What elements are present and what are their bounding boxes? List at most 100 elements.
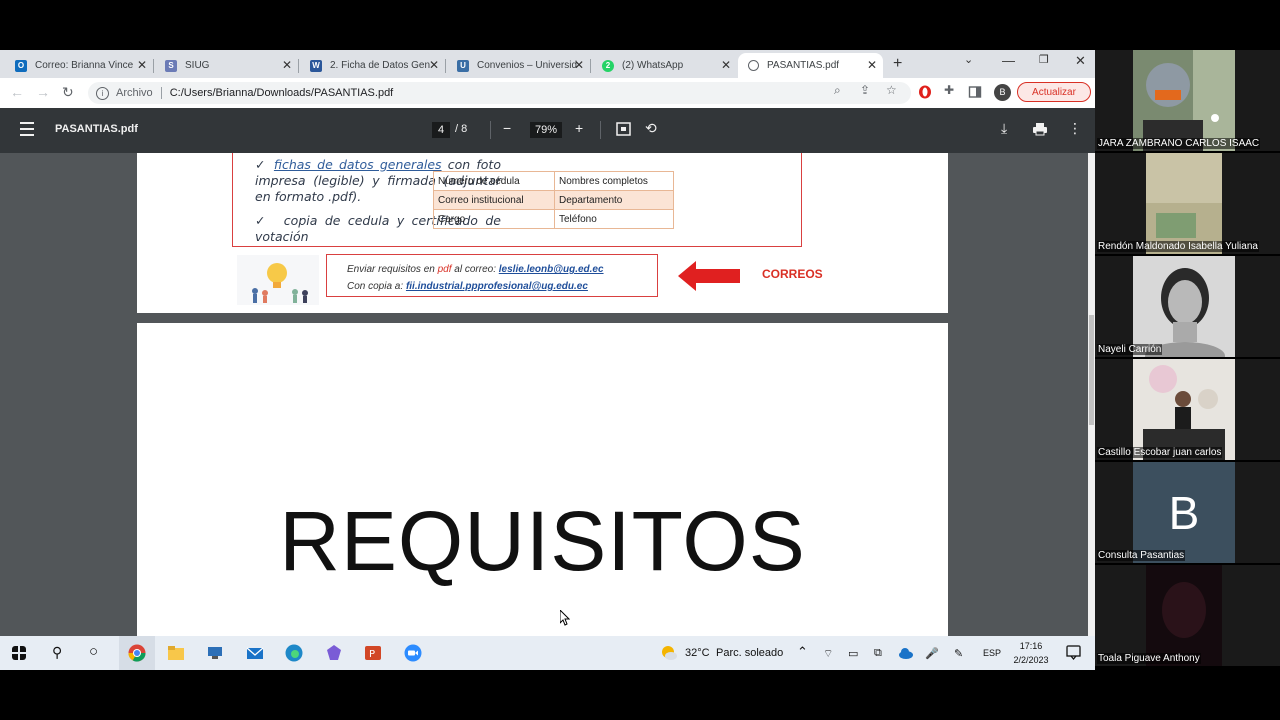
pdf-toolbar: PASANTIAS.pdf 4 / 8 − 79% + ⟲ ⤓ ⋮ (0, 108, 1095, 153)
table-row: Cargo Teléfono (433, 209, 674, 229)
meet-icon[interactable]: ⧉ (874, 647, 882, 660)
copilot-app-icon[interactable] (325, 644, 343, 662)
rotate-icon[interactable]: ⟲ (645, 120, 657, 137)
weather-temperature[interactable]: 32°C (685, 647, 710, 659)
tab-divider (153, 59, 154, 73)
windows-start-icon[interactable] (12, 646, 26, 660)
restore-button[interactable]: ❐ (1039, 53, 1049, 66)
close-tab-icon[interactable]: ✕ (429, 58, 439, 72)
siug-icon: S (165, 59, 177, 72)
tab-word-doc[interactable]: W 2. Ficha de Datos Gen ✕ (300, 53, 445, 78)
table-row: Numero de cédula Nombres completos (433, 171, 674, 191)
email-instructions-box: Enviar requisitos en pdf al correo: lesl… (326, 254, 658, 297)
close-tab-icon[interactable]: ✕ (137, 58, 147, 72)
onedrive-icon[interactable] (898, 646, 914, 660)
profile-avatar[interactable]: B (994, 84, 1011, 101)
pdf-viewer[interactable]: ✓ fichas de datos generales con foto imp… (0, 153, 1088, 636)
language-indicator[interactable]: ESP (983, 648, 1001, 658)
powerpoint-icon[interactable]: P (364, 644, 382, 662)
close-tab-icon[interactable]: ✕ (282, 58, 292, 72)
participant-video (1146, 153, 1222, 254)
close-tab-icon[interactable]: ✕ (867, 58, 877, 72)
minimize-button[interactable]: — (1002, 53, 1015, 68)
bullet-fichas-link: fichas de datos generales (273, 157, 442, 172)
address-bar[interactable]: i Archivo C:/Users/Brianna/Downloads/PAS… (88, 82, 911, 104)
chrome-icon[interactable] (128, 644, 146, 662)
tab-search-chevron-icon[interactable]: ⌄ (964, 53, 973, 66)
participant-name: Consulta Pasantias (1097, 550, 1186, 561)
clock-time[interactable]: 17:16 (1014, 641, 1048, 651)
pdf-scrollbar-thumb[interactable] (1089, 315, 1094, 425)
clock-date[interactable]: 2/2/2023 (1010, 655, 1052, 665)
email-link[interactable]: leslie.leonb@ug.ed.ec (499, 264, 604, 275)
file-explorer-icon[interactable] (167, 644, 185, 662)
battery-icon[interactable]: ▭ (848, 647, 858, 660)
new-tab-button[interactable]: + (893, 55, 902, 73)
participant-name: Nayeli Carrión (1097, 344, 1163, 355)
zoom-level-input[interactable]: 79% (530, 122, 562, 138)
print-icon[interactable] (1033, 122, 1047, 136)
participant-tile[interactable]: B Consulta Pasantias (1095, 462, 1280, 563)
windows-taskbar: ⚲ ○ P 32°C Parc. soleado ⌃ ⌔ ▭ ⧉ 🎤 ✎ ESP… (0, 636, 1095, 670)
cc-email-link[interactable]: fii.industrial.ppprofesional@ug.edu.ec (406, 281, 588, 292)
update-button[interactable]: Actualizar (1017, 82, 1091, 102)
extensions-puzzle-icon[interactable]: ✚ (944, 83, 954, 97)
microphone-icon[interactable]: 🎤 (925, 647, 939, 660)
tab-pasantias-pdf[interactable]: PASANTIAS.pdf ✕ (738, 53, 883, 78)
side-panel-icon[interactable] (968, 85, 982, 99)
page-total: / 8 (455, 123, 468, 135)
fit-page-icon[interactable] (616, 122, 631, 136)
zoom-in-icon[interactable]: + (575, 120, 583, 136)
download-icon[interactable]: ⤓ (1001, 120, 1007, 137)
tab-outlook[interactable]: O Correo: Brianna Vince ✕ (5, 53, 153, 78)
screen-share: O Correo: Brianna Vince ✕ S SIUG ✕ W 2. … (0, 50, 1095, 670)
correos-callout: CORREOS (762, 267, 823, 281)
zoom-icon[interactable] (404, 644, 422, 662)
bookmark-star-icon[interactable]: ☆ (886, 83, 897, 97)
notification-icon[interactable] (1066, 645, 1081, 660)
participant-tile[interactable]: Toala Piguave Anthony (1095, 565, 1280, 666)
info-icon[interactable]: i (96, 86, 109, 100)
red-arrow-icon (678, 261, 740, 291)
participant-tile[interactable]: JARA ZAMBRANO CARLOS ISAAC (1095, 50, 1280, 151)
tab-whatsapp[interactable]: 2 (2) WhatsApp ✕ (592, 53, 737, 78)
cortana-icon[interactable]: ○ (89, 643, 98, 660)
outlook-icon: O (15, 59, 27, 72)
wifi-icon[interactable]: ⌔ (823, 647, 833, 661)
url-text[interactable]: C:/Users/Brianna/Downloads/PASANTIAS.pdf (170, 87, 394, 99)
forward-arrow-icon[interactable]: → (36, 84, 50, 100)
participant-name: JARA ZAMBRANO CARLOS ISAAC (1097, 138, 1261, 149)
pen-icon[interactable]: ✎ (954, 647, 963, 660)
more-options-icon[interactable]: ⋮ (1068, 120, 1082, 137)
participant-name: Castillo Escobar juan carlos (1097, 447, 1223, 458)
opera-extension-icon[interactable] (918, 85, 932, 99)
mail-icon[interactable] (246, 644, 264, 662)
pdf-page: REQUISITOS (137, 323, 948, 636)
close-tab-icon[interactable]: ✕ (721, 58, 731, 72)
participant-tile[interactable]: Castillo Escobar juan carlos (1095, 359, 1280, 460)
zoom-search-icon[interactable]: ⌕ (834, 83, 841, 98)
tab-siug[interactable]: S SIUG ✕ (155, 53, 298, 78)
tab-divider (445, 59, 446, 73)
tab-convenios[interactable]: U Convenios – Universid ✕ (447, 53, 590, 78)
zoom-out-icon[interactable]: − (503, 120, 511, 136)
chevron-up-icon[interactable]: ⌃ (797, 644, 808, 660)
share-icon[interactable]: ⇪ (860, 83, 870, 97)
participant-name: Toala Piguave Anthony (1097, 653, 1201, 664)
participant-video (1133, 359, 1235, 460)
search-icon[interactable]: ⚲ (52, 644, 62, 661)
hamburger-menu-icon[interactable] (20, 122, 34, 136)
network-app-icon[interactable] (206, 644, 224, 662)
weather-sun-icon[interactable] (660, 644, 678, 662)
weather-description[interactable]: Parc. soleado (716, 647, 783, 659)
browser-toolbar: ← → ↻ i Archivo C:/Users/Brianna/Downloa… (0, 78, 1095, 109)
close-tab-icon[interactable]: ✕ (574, 58, 584, 72)
edge-icon[interactable] (285, 644, 303, 662)
table-row: Correo institucional Departamento (433, 190, 674, 210)
participant-tile[interactable]: Nayeli Carrión (1095, 256, 1280, 357)
participant-tile[interactable]: Rendón Maldonado Isabella Yuliana (1095, 153, 1280, 254)
close-window-button[interactable]: ✕ (1075, 53, 1086, 69)
reload-icon[interactable]: ↻ (62, 84, 74, 101)
page-number-input[interactable]: 4 (432, 122, 450, 138)
back-arrow-icon[interactable]: ← (10, 84, 24, 100)
